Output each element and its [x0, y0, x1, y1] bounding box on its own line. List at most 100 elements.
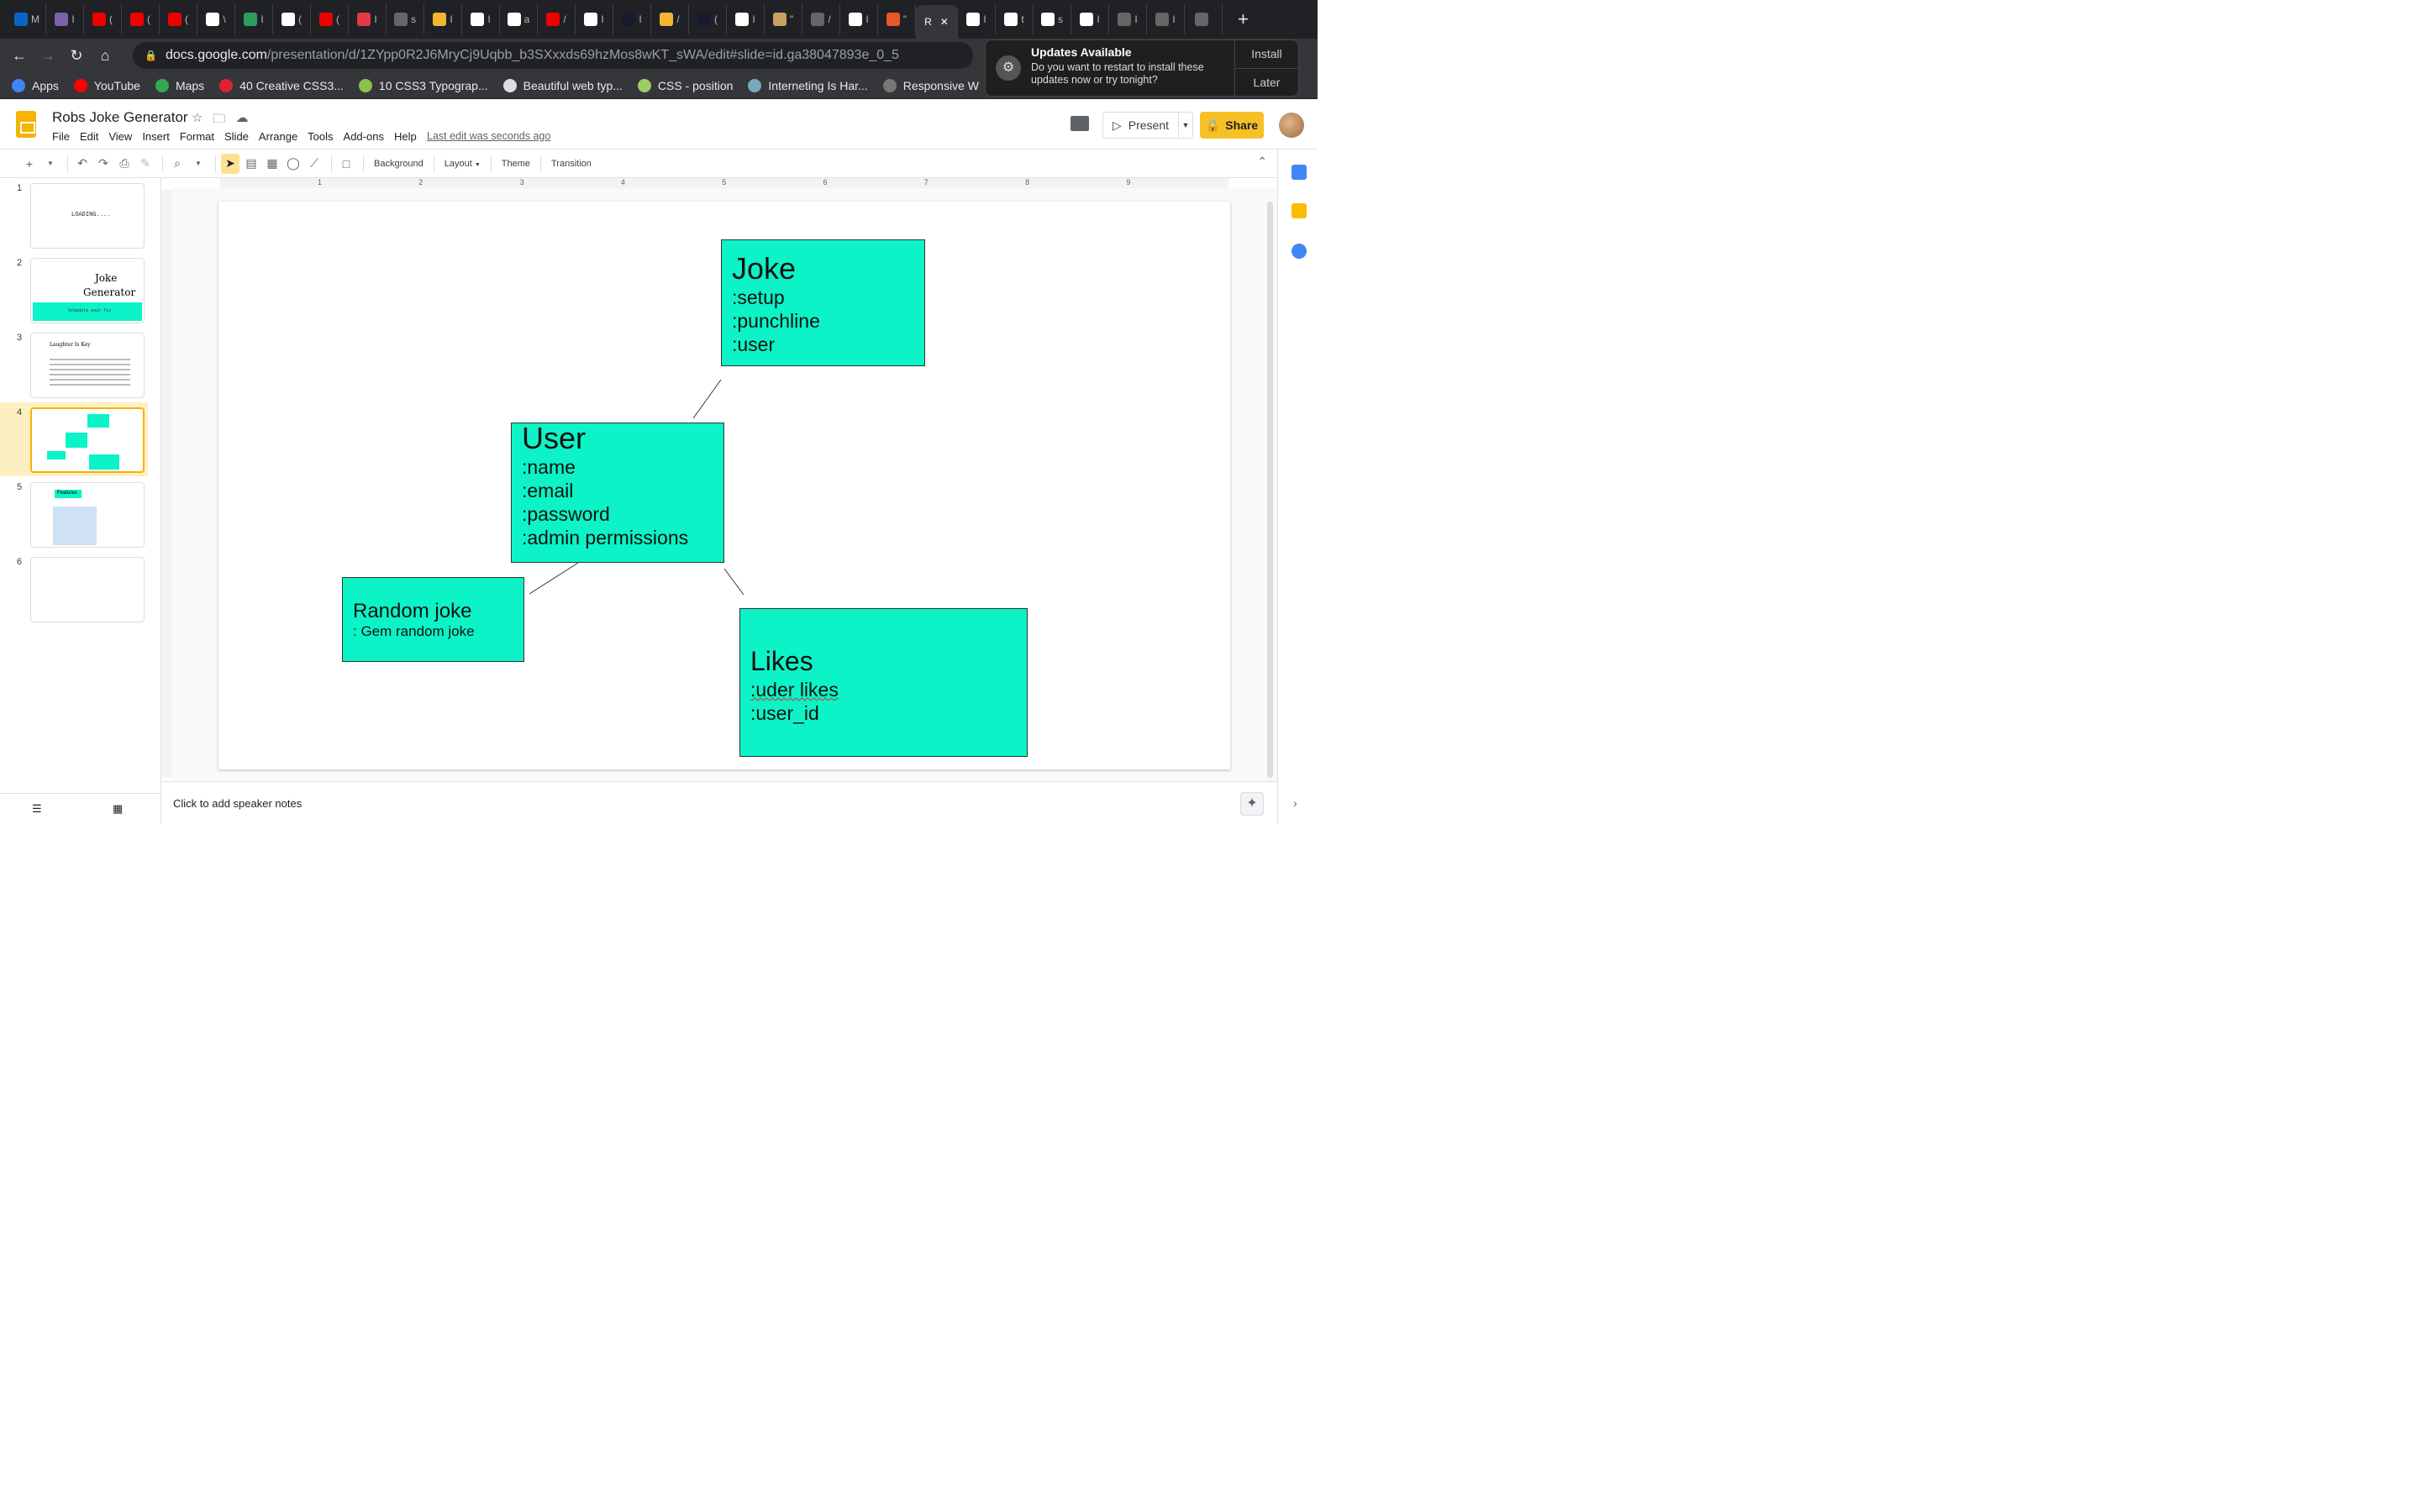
zoom-dropdown-icon[interactable]: ▼ [189, 154, 208, 174]
new-slide-icon[interactable]: + [20, 154, 39, 174]
image-icon[interactable]: ▦ [263, 154, 281, 174]
tab-21[interactable]: / [802, 4, 840, 34]
slide-thumbnail-1[interactable]: 1 LOADING.... [0, 178, 148, 252]
undo-icon[interactable]: ↶ [73, 154, 92, 174]
slide-thumbnail-4[interactable]: 4 [0, 402, 148, 476]
line-icon[interactable]: ⟋ [305, 154, 324, 174]
tab-active[interactable]: R ✕ [916, 5, 958, 39]
calendar-icon[interactable] [1292, 165, 1307, 180]
address-bar[interactable]: 🔒 docs.google.com/presentation/d/1ZYpp0R… [133, 42, 973, 69]
last-edit-link[interactable]: Last edit was seconds ago [427, 130, 550, 142]
avatar[interactable] [1279, 113, 1304, 138]
document-title[interactable]: Robs Joke Generator [52, 109, 188, 126]
cloud-status-icon[interactable]: ☁ [235, 110, 248, 131]
bookmark-3[interactable]: 40 Creative CSS3... [219, 78, 344, 92]
slides-logo-icon[interactable] [16, 111, 36, 138]
slide-canvas[interactable]: Joke :setup :punchline :user User :name … [218, 202, 1230, 769]
forward-icon[interactable]: → [34, 41, 62, 70]
bookmark-0[interactable]: Apps [12, 78, 59, 92]
menu-help[interactable]: Help [394, 130, 417, 143]
keep-icon[interactable] [1292, 203, 1307, 218]
transition-button[interactable]: Transition [546, 159, 597, 169]
speaker-notes[interactable]: Click to add speaker notes ✦ [161, 781, 1277, 823]
tab-28[interactable]: I [1109, 4, 1147, 34]
menu-edit[interactable]: Edit [80, 130, 98, 143]
tab-16[interactable]: I [613, 4, 651, 34]
zoom-icon[interactable]: ⌕ [168, 154, 187, 174]
theme-button[interactable]: Theme [497, 159, 535, 169]
tab-17[interactable]: / [651, 4, 689, 34]
new-tab-icon[interactable]: + [1238, 8, 1249, 30]
likes-box[interactable]: Likes :uder likes :user_id [739, 608, 1028, 757]
home-icon[interactable]: ⌂ [91, 41, 119, 70]
present-button[interactable]: ▷ Present [1103, 113, 1179, 138]
tab-25[interactable]: t [996, 4, 1034, 34]
paint-format-icon[interactable]: ✎ [136, 154, 155, 174]
later-button[interactable]: Later [1235, 69, 1298, 97]
bookmark-1[interactable]: YouTube [73, 78, 140, 92]
bookmark-5[interactable]: Beautiful web typ... [502, 78, 623, 92]
present-dropdown-icon[interactable]: ▼ [1179, 121, 1192, 129]
menu-arrange[interactable]: Arrange [259, 130, 297, 143]
move-folder-icon[interactable]: 🗀 [213, 110, 225, 131]
new-slide-dropdown-icon[interactable]: ▼ [41, 154, 60, 174]
bookmark-6[interactable]: CSS - position [637, 78, 733, 92]
select-icon[interactable]: ➤ [221, 153, 239, 174]
tasks-icon[interactable] [1292, 244, 1307, 259]
share-button[interactable]: 🔒 Share [1200, 112, 1264, 139]
canvas-scrollbar[interactable] [1267, 202, 1273, 778]
back-icon[interactable]: ← [5, 41, 34, 70]
add-comment-icon[interactable]: □ [337, 154, 355, 174]
tab-19[interactable]: I [727, 4, 765, 34]
tab-24[interactable]: I [958, 4, 996, 34]
bookmark-8[interactable]: Responsive W [882, 78, 979, 92]
star-icon[interactable]: ☆ [192, 110, 203, 131]
comment-history-icon[interactable] [1071, 116, 1089, 131]
tab-15[interactable]: I [576, 4, 613, 34]
reload-icon[interactable]: ↻ [62, 41, 91, 70]
background-button[interactable]: Background [369, 159, 429, 169]
bookmark-2[interactable]: Maps [155, 78, 204, 92]
tab-2[interactable]: ( [84, 4, 122, 34]
tab-0[interactable]: M [8, 4, 46, 34]
menu-insert[interactable]: Insert [142, 130, 170, 143]
tab-11[interactable]: I [424, 4, 462, 34]
menu-tools[interactable]: Tools [308, 130, 333, 143]
list-view-icon[interactable]: ☰ [32, 802, 42, 816]
shape-icon[interactable]: ◯ [284, 154, 302, 174]
tab-12[interactable]: I [462, 4, 500, 34]
collapse-toolbar-icon[interactable]: ⌃ [1257, 155, 1267, 169]
tab-20[interactable]: " [765, 4, 802, 34]
tab-7[interactable]: ( [273, 4, 311, 34]
layout-button[interactable]: Layout ▼ [439, 159, 486, 169]
menu-file[interactable]: File [52, 130, 70, 143]
tab-4[interactable]: ( [160, 4, 197, 34]
tab-14[interactable]: / [538, 4, 576, 34]
tab-6[interactable]: I [235, 4, 273, 34]
tab-5[interactable]: \ [197, 4, 235, 34]
slide-thumbnail-6[interactable]: 6 [0, 552, 148, 626]
user-box[interactable]: User :name :email :password :admin permi… [511, 422, 724, 563]
tab-10[interactable]: s [387, 4, 424, 34]
tab-29[interactable]: I [1147, 4, 1185, 34]
random-joke-box[interactable]: Random joke : Gem random joke [342, 577, 524, 662]
tab-27[interactable]: I [1071, 4, 1109, 34]
tab-30[interactable] [1185, 4, 1223, 34]
text-box-icon[interactable]: ▤ [242, 154, 260, 174]
menu-view[interactable]: View [108, 130, 132, 143]
slide-thumbnail-3[interactable]: 3 Laughter Is Key [0, 328, 148, 402]
tab-18[interactable]: ( [689, 4, 727, 34]
slide-thumbnail-2[interactable]: 2 Joke Generator Schedule your fix [0, 253, 148, 327]
bookmark-4[interactable]: 10 CSS3 Typograp... [358, 78, 488, 92]
redo-icon[interactable]: ↷ [94, 154, 113, 174]
tab-9[interactable]: I [349, 4, 387, 34]
slide-thumbnail-5[interactable]: 5 Features [0, 477, 148, 551]
tab-3[interactable]: ( [122, 4, 160, 34]
tab-13[interactable]: a [500, 4, 538, 34]
grid-view-icon[interactable]: ▦ [113, 802, 123, 816]
tab-8[interactable]: ( [311, 4, 349, 34]
tab-23[interactable]: " [878, 4, 916, 34]
close-icon[interactable]: ✕ [940, 16, 949, 28]
install-button[interactable]: Install [1235, 40, 1298, 69]
explore-icon[interactable]: ✦ [1240, 792, 1264, 816]
